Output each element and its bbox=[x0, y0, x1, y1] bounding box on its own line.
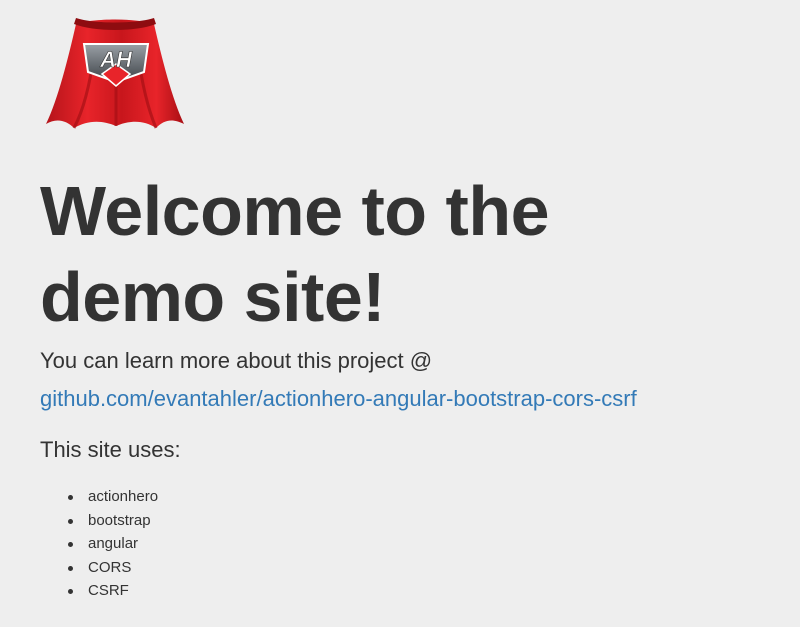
list-item: actionhero bbox=[68, 485, 158, 509]
superhero-cape-icon: AH bbox=[46, 18, 184, 129]
list-item: CORS bbox=[68, 556, 158, 580]
uses-list: actionhero bootstrap angular CORS CSRF bbox=[68, 485, 158, 603]
page-title: Welcome to the demo site! bbox=[40, 172, 550, 336]
intro-text: You can learn more about this project @ bbox=[40, 348, 433, 373]
uses-heading: This site uses: bbox=[40, 437, 181, 462]
svg-text:AH: AH bbox=[99, 47, 133, 72]
page: AH Welcome to the demo site! You can lea… bbox=[0, 0, 800, 627]
list-item: bootstrap bbox=[68, 509, 158, 533]
list-item: CSRF bbox=[68, 579, 158, 603]
list-item: angular bbox=[68, 532, 158, 556]
github-link[interactable]: github.com/evantahler/actionhero-angular… bbox=[40, 380, 780, 418]
actionhero-logo: AH bbox=[44, 14, 186, 134]
intro-paragraph: You can learn more about this project @ … bbox=[40, 342, 780, 418]
